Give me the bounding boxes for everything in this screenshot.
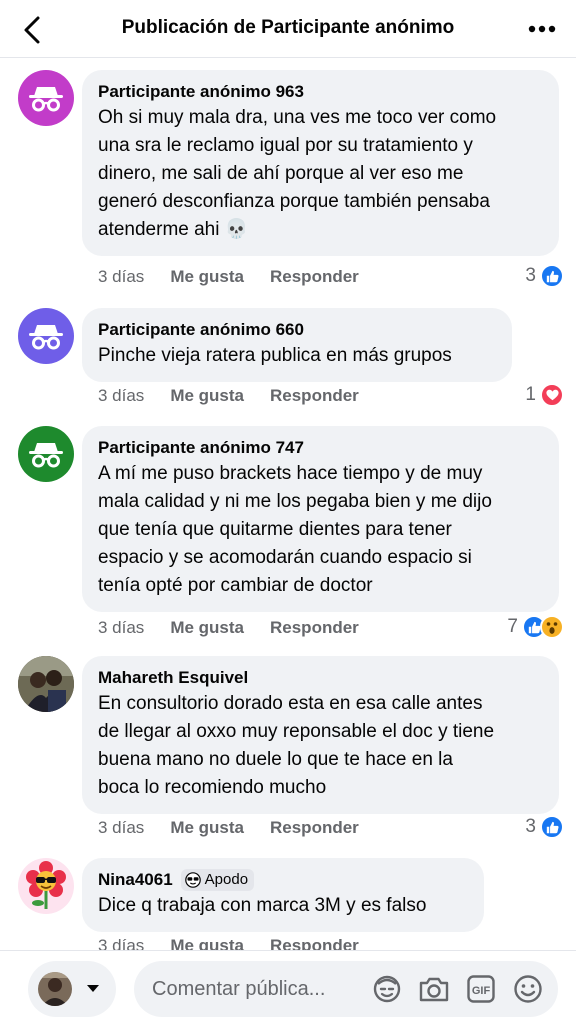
comment-line: una sra le reclamo igual por su tratamie… bbox=[98, 135, 473, 156]
sunglasses-icon bbox=[184, 872, 201, 888]
like-button[interactable]: Me gusta bbox=[170, 386, 244, 406]
reply-button[interactable]: Responder bbox=[270, 386, 359, 406]
camera-icon[interactable] bbox=[417, 972, 451, 1006]
comment-line: A mí me puso brackets hace tiempo y de m… bbox=[98, 463, 483, 484]
incognito-icon bbox=[29, 87, 63, 112]
comment-author[interactable]: Nina4061 bbox=[98, 869, 173, 891]
nickname-badge: Apodo bbox=[180, 869, 255, 891]
flower-sunglasses-icon bbox=[26, 861, 66, 909]
comment-bubble: Participante anónimo 963 Oh si muy mala … bbox=[82, 70, 559, 256]
avatar[interactable] bbox=[18, 70, 74, 126]
like-reaction-icon bbox=[540, 264, 564, 288]
reply-button[interactable]: Responder bbox=[270, 818, 359, 838]
reaction-summary[interactable]: 3 bbox=[525, 263, 564, 289]
love-reaction-icon bbox=[540, 383, 564, 407]
more-options-button[interactable] bbox=[524, 14, 560, 44]
reply-button[interactable]: Responder bbox=[270, 618, 359, 638]
comment-actions: 3 días Me gusta Responder bbox=[98, 265, 385, 289]
nickname-badge-label: Apodo bbox=[204, 871, 249, 888]
reaction-count: 1 bbox=[525, 384, 536, 405]
reaction-summary[interactable]: 7 bbox=[507, 614, 564, 640]
comment-line: dinero, me sali de ahí porque al ver eso… bbox=[98, 163, 464, 184]
comment-timestamp[interactable]: 3 días bbox=[98, 936, 144, 950]
comment-line: Pinche vieja ratera publica en más grupo… bbox=[98, 345, 452, 366]
comment-line: de llegar al oxxo muy reponsable el doc … bbox=[98, 721, 495, 742]
comment-line: Dice q trabaja con marca 3M y es falso bbox=[98, 895, 427, 916]
comment-timestamp[interactable]: 3 días bbox=[98, 618, 144, 638]
comment-line: boca lo recomiendo mucho bbox=[98, 777, 327, 798]
comment-line: tenía opté por cambiar de doctor bbox=[98, 575, 373, 596]
comment-text: Pinche vieja ratera publica en más grupo… bbox=[98, 342, 496, 370]
comment-author[interactable]: Participante anónimo 660 bbox=[98, 319, 496, 341]
comment-text: Dice q trabaja con marca 3M y es falso bbox=[98, 892, 468, 920]
profile-photo-icon bbox=[18, 656, 74, 712]
comment-list: Participante anónimo 963 Oh si muy mala … bbox=[0, 58, 576, 950]
comment-line: que tenía que quitarme dientes para tene… bbox=[98, 519, 452, 540]
wow-reaction-icon bbox=[540, 615, 564, 639]
reaction-count: 3 bbox=[525, 816, 536, 837]
comment-text: A mí me puso brackets hace tiempo y de m… bbox=[98, 460, 543, 600]
comment-text: En consultorio dorado esta en esa calle … bbox=[98, 690, 543, 802]
avatar[interactable] bbox=[18, 308, 74, 364]
like-button[interactable]: Me gusta bbox=[170, 267, 244, 287]
comment-author[interactable]: Mahareth Esquivel bbox=[98, 667, 543, 689]
reaction-count: 3 bbox=[525, 265, 536, 286]
avatar[interactable] bbox=[18, 426, 74, 482]
like-button[interactable]: Me gusta bbox=[170, 618, 244, 638]
comment-line: generó desconfianza porque también pensa… bbox=[98, 191, 490, 212]
comment-bubble: Nina4061 Apodo Dice q trabaja con marca … bbox=[82, 858, 484, 932]
comment-author[interactable]: Participante anónimo 747 bbox=[98, 437, 543, 459]
comment-timestamp[interactable]: 3 días bbox=[98, 386, 144, 406]
top-bar: Publicación de Participante anónimo bbox=[0, 0, 576, 58]
svg-text:GIF: GIF bbox=[472, 985, 491, 997]
reaction-summary[interactable]: 1 bbox=[525, 382, 564, 408]
comment-composer: GIF bbox=[0, 950, 576, 1024]
page-title: Publicación de Participante anónimo bbox=[121, 17, 455, 38]
comment-line: buena mano no duele lo que te hace en la bbox=[98, 749, 453, 770]
comment-actions: 3 días Me gusta Responder bbox=[98, 934, 385, 950]
comment-line: En consultorio dorado esta en esa calle … bbox=[98, 693, 483, 714]
like-button[interactable]: Me gusta bbox=[170, 818, 244, 838]
reaction-count: 7 bbox=[507, 616, 518, 637]
reply-button[interactable]: Responder bbox=[270, 936, 359, 950]
comment-line: espacio y se acomodarán cuando espacio s… bbox=[98, 547, 472, 568]
comment-line: Oh si muy mala dra, una ves me toco ver … bbox=[98, 107, 497, 128]
caret-down-icon bbox=[86, 980, 100, 998]
like-reaction-icon bbox=[540, 815, 564, 839]
comment-bubble: Mahareth Esquivel En consultorio dorado … bbox=[82, 656, 559, 814]
comment-actions: 3 días Me gusta Responder bbox=[98, 616, 385, 640]
avatar[interactable] bbox=[18, 858, 74, 914]
comment-line: mala calidad y ni me los pegaba bien y m… bbox=[98, 491, 492, 512]
reply-button[interactable]: Responder bbox=[270, 267, 359, 287]
avatar bbox=[38, 972, 72, 1006]
profile-switcher-button[interactable] bbox=[28, 961, 116, 1017]
like-button[interactable]: Me gusta bbox=[170, 936, 244, 950]
comment-line: atenderme ahi 💀 bbox=[98, 219, 249, 240]
comment-timestamp[interactable]: 3 días bbox=[98, 267, 144, 287]
avatar[interactable] bbox=[18, 656, 74, 712]
comment-bubble: Participante anónimo 747 A mí me puso br… bbox=[82, 426, 559, 612]
comment-author-row: Nina4061 Apodo bbox=[98, 869, 468, 891]
comment-actions: 3 días Me gusta Responder bbox=[98, 816, 385, 840]
reaction-summary[interactable]: 3 bbox=[525, 814, 564, 840]
incognito-icon bbox=[29, 325, 63, 350]
ellipsis-icon bbox=[528, 25, 556, 33]
comment-input-container: GIF bbox=[134, 961, 558, 1017]
gif-icon[interactable]: GIF bbox=[464, 972, 498, 1006]
comment-actions: 3 días Me gusta Responder bbox=[98, 384, 385, 408]
comment-author[interactable]: Participante anónimo 963 bbox=[98, 81, 543, 103]
comment-bubble: Participante anónimo 660 Pinche vieja ra… bbox=[82, 308, 512, 382]
incognito-icon bbox=[29, 443, 63, 468]
avatar-sticker-icon[interactable] bbox=[370, 972, 404, 1006]
comment-text: Oh si muy mala dra, una ves me toco ver … bbox=[98, 104, 543, 244]
comment-timestamp[interactable]: 3 días bbox=[98, 818, 144, 838]
comment-input[interactable] bbox=[152, 977, 357, 1001]
emoji-icon[interactable] bbox=[511, 972, 545, 1006]
